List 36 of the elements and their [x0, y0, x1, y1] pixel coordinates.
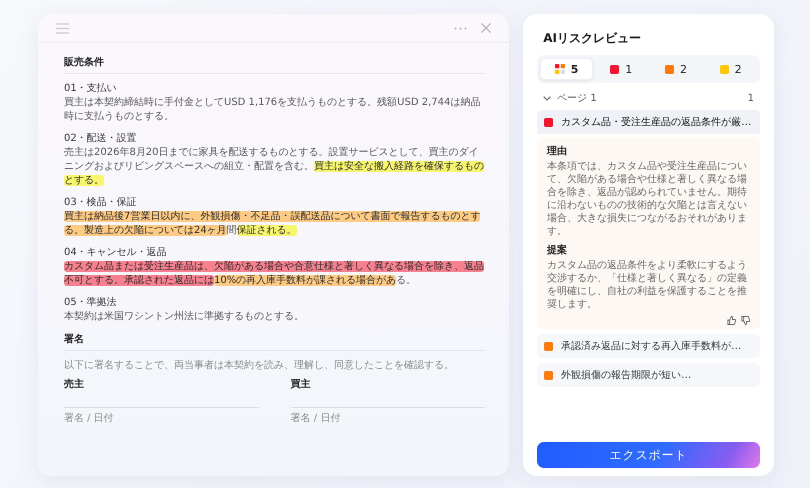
clause-text: カスタム品または受注生産品は、欠陥がある場合や合意仕様と著しく異なる場合を除き、返品不可とする。承認された返品には10%の再入庫手数料が課される場合がある。: [64, 260, 485, 288]
filter-tab[interactable]: 2: [704, 58, 758, 80]
detail-text: 本条項では、カスタム品や受注生産品について、欠陥がある場合や仕様と著しく異なる場合を除き、返品が認められていません。期待に沿わないものの技術的な欠陥とは言えない場合、大きな損失につながるおそれがあります。: [547, 160, 748, 238]
clause-text: 買主は本契約締結時に手付金としてUSD 1,176を支払うものとする。残額USD 2,744は納品時に支払うものとする。: [64, 96, 482, 124]
export-button[interactable]: エクスポート: [537, 442, 760, 468]
close-icon[interactable]: [481, 23, 492, 33]
thumbs-up-icon[interactable]: [727, 316, 736, 325]
issue-item[interactable]: カスタム品・受注生産品の返品条件が厳…: [537, 110, 760, 134]
party-label: 買主: [290, 377, 312, 391]
panel-title: AIリスクレビュー: [543, 30, 642, 47]
filter-tab[interactable]: 5: [540, 58, 593, 80]
detail-text: カスタム品の返品条件をより柔軟にするよう交渉するか、「仕様と著しく異なる」の定義を明確にし、自社の利益を保護することを推奨します。: [547, 259, 748, 311]
signature-note: 以下に署名することで、両当事者は本契約を読み、理解し、同意したことを確認する。: [64, 359, 455, 372]
page-toggle[interactable]: ページ 1 1: [537, 91, 760, 105]
more-icon[interactable]: [454, 26, 468, 30]
issue-item[interactable]: 承認済み返品に対する再入庫手数料が…: [537, 334, 760, 358]
clause-title: 02・配送・設置: [64, 132, 138, 145]
clause-title: 03・検品・保証: [64, 196, 138, 209]
issue-item[interactable]: 外観損傷の報告期限が短い…: [537, 363, 760, 387]
clause-title: 04・キャンセル・返品: [64, 246, 168, 259]
section-heading: 署名: [64, 332, 85, 347]
clause-text: 本契約は米国ワシントン州法に準拠するものとする。: [64, 310, 305, 324]
thumbs-down-icon[interactable]: [741, 316, 750, 325]
filter-tab[interactable]: 1: [594, 58, 648, 80]
clause-text: 売主は2026年8月20日までに家具を配送するものとする。設置サービスとして、買主のダイニングおよびリビングスペースへの組立・配置を含む。買主は安全な搬入経路を確保するものとする。: [64, 146, 485, 188]
clause-title: 05・準拠法: [64, 296, 118, 309]
party-label: 売主: [64, 377, 85, 391]
detail-heading: 提案: [547, 243, 568, 257]
signature-caption: 署名 / 日付: [290, 412, 342, 425]
section-heading: 販売条件: [64, 56, 105, 70]
clause-title: 01・支払い: [64, 82, 118, 95]
grid-icon: [554, 64, 565, 74]
filter-tab[interactable]: 2: [650, 58, 702, 80]
menu-icon[interactable]: [56, 22, 69, 34]
signature-caption: 署名 / 日付: [64, 412, 115, 425]
detail-heading: 理由: [547, 144, 568, 158]
